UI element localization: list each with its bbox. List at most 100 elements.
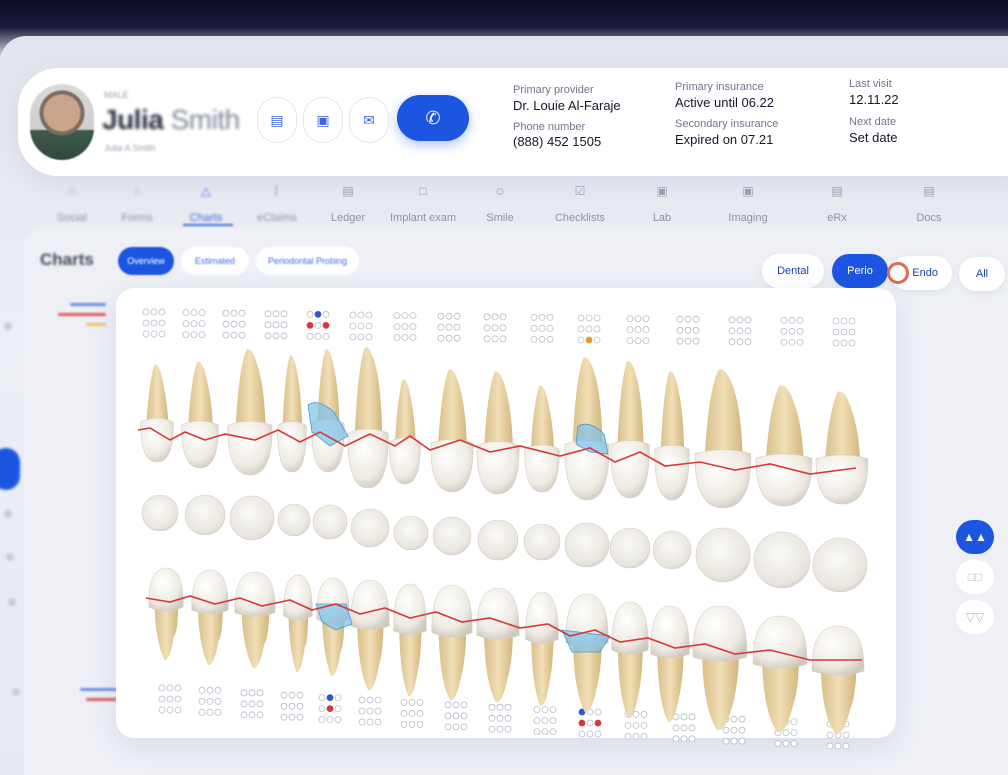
perio-dot: [680, 724, 688, 732]
perio-dot: [401, 334, 409, 342]
perio-dot: [256, 700, 264, 708]
perio-dot: [594, 708, 602, 716]
perio-dot: [483, 335, 491, 343]
perio-dot: [453, 323, 461, 331]
perio-dot: [214, 698, 222, 705]
perio-dot: [198, 709, 206, 716]
tooth-root: [197, 606, 223, 666]
perio-dot: [453, 312, 461, 320]
perio-dot: [288, 713, 296, 721]
tooth-root: [530, 385, 555, 455]
dental-chart: [137, 308, 869, 750]
perio-dot: [676, 315, 684, 323]
perio-dot: [222, 309, 230, 317]
tooth-crown: [283, 574, 313, 621]
perio-dot: [248, 700, 256, 708]
perio-dot: [578, 719, 586, 727]
perio-dot: [593, 336, 601, 344]
perio-dot: [780, 338, 788, 346]
perio-dot: [408, 721, 416, 728]
perio-dot: [198, 331, 206, 339]
tooth-root: [241, 608, 270, 669]
perio-dot: [288, 702, 296, 710]
perio-dot: [546, 324, 554, 332]
perio-dot: [198, 320, 206, 328]
tooth-occlusal: [477, 519, 519, 561]
perio-dot: [214, 687, 222, 694]
perio-dot: [174, 706, 182, 714]
perio-dot: [280, 691, 288, 699]
perio-dot: [357, 311, 365, 319]
perio-dot: [409, 334, 417, 342]
tooth-occlusal: [564, 522, 610, 568]
perio-dot: [365, 311, 373, 319]
perio-dot: [214, 709, 222, 716]
perio-dot: [198, 309, 206, 317]
perio-dot: [788, 327, 796, 335]
perio-dot: [182, 309, 190, 317]
perio-dot: [593, 325, 601, 333]
perio-dot: [357, 322, 365, 330]
tooth-crown: [148, 567, 184, 612]
perio-dot: [158, 684, 166, 692]
perio-dot: [142, 330, 150, 338]
perio-dot: [533, 706, 541, 713]
perio-dot: [400, 710, 408, 717]
perio-dot: [182, 331, 190, 339]
perio-dot: [306, 321, 314, 329]
perio-dot: [530, 335, 538, 343]
perio-dot: [314, 321, 322, 329]
tooth-occlusal: [695, 527, 751, 583]
perio-dot: [182, 320, 190, 328]
perio-dot: [400, 699, 408, 706]
view-lower-button[interactable]: ▽▽: [956, 600, 994, 634]
perio-dot: [326, 705, 334, 712]
perio-dot: [206, 709, 214, 716]
perio-dot: [393, 334, 401, 342]
perio-dot: [624, 733, 632, 740]
perio-dot: [409, 312, 417, 320]
perio-dot: [730, 726, 738, 734]
perio-dot: [401, 312, 409, 320]
perio-dot: [530, 324, 538, 332]
perio-dot: [166, 684, 174, 692]
perio-dot: [676, 326, 684, 334]
tooth-root: [154, 602, 179, 661]
view-upper-button[interactable]: ▲▲: [956, 520, 994, 554]
perio-dot: [499, 313, 507, 321]
perio-dot: [632, 733, 640, 740]
perio-dot: [280, 321, 288, 329]
perio-dot: [322, 321, 330, 329]
perio-dot: [774, 740, 782, 747]
perio-dot: [826, 731, 834, 739]
perio-dot: [460, 701, 468, 709]
perio-dot: [538, 313, 546, 321]
perio-dot: [533, 728, 541, 735]
perio-dot: [840, 317, 848, 325]
tooth-crown: [431, 584, 473, 637]
perio-dot: [453, 334, 461, 342]
view-both-button[interactable]: □□: [956, 560, 994, 594]
perio-dot: [496, 703, 504, 711]
upper-teeth-icon: ▲▲: [963, 530, 987, 544]
perio-dot: [366, 718, 374, 726]
tooth-crown: [654, 444, 690, 501]
perio-dot: [780, 316, 788, 324]
perio-dot: [445, 334, 453, 342]
tooth-crown: [181, 420, 219, 469]
perio-dot: [684, 326, 692, 334]
perio-dot: [460, 712, 468, 720]
tooth-root: [399, 626, 422, 697]
perio-dot: [393, 323, 401, 331]
perio-dot: [692, 337, 700, 345]
perio-dot: [586, 730, 594, 738]
perio-dot: [322, 310, 330, 318]
perio-dot: [577, 325, 585, 333]
perio-dot: [496, 714, 504, 722]
perio-dot: [499, 324, 507, 332]
perio-dot: [688, 724, 696, 732]
perio-dot: [594, 730, 602, 738]
perio-dot: [158, 319, 166, 327]
perio-dot: [334, 716, 342, 723]
perio-dot: [174, 684, 182, 692]
